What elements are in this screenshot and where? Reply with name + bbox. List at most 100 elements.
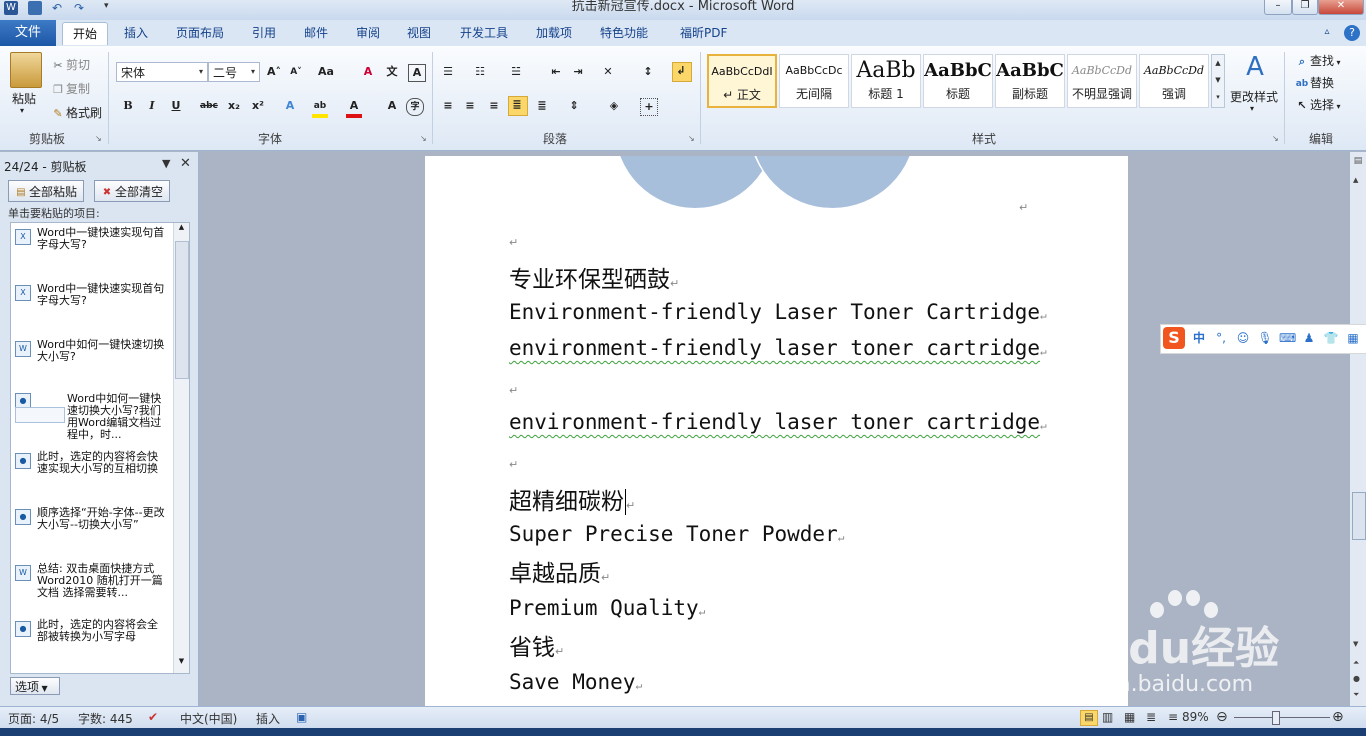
clipboard-item[interactable]: X Word中一键快速实现首句字母大写? [11,283,173,335]
draft-view-icon[interactable]: ≡ [1168,710,1178,724]
tab-references[interactable]: 引用 [242,22,286,44]
zoom-slider-thumb[interactable] [1272,711,1280,725]
ime-toolbar[interactable]: S 中 °, ☺ 🎙 ⌨ ♟ 👕 ▦ [1160,324,1366,354]
restore-icon[interactable]: ❐ [1292,0,1318,15]
paste-dropdown-icon[interactable]: ▾ [20,106,24,115]
zoom-out-icon[interactable]: ⊖ [1216,709,1228,725]
chevron-down-icon[interactable]: ▾ [1250,104,1254,113]
scroll-up-icon[interactable]: ▲ [174,223,189,231]
clipboard-item[interactable]: ● Word中如何一键快速切换大小写?我们用Word编辑文档过程中，时... [11,393,173,445]
select-button[interactable]: ↖ 选择 ▾ [1294,96,1340,114]
document-page[interactable]: ↵ ↵ 专业环保型硒鼓↵ Environment-friendly Laser … [425,156,1128,708]
tab-view[interactable]: 视图 [397,22,441,44]
borders-icon[interactable]: + [640,98,658,116]
shrink-font-icon[interactable]: A˅ [288,64,304,80]
next-page-icon[interactable]: ⏷ [1353,690,1359,700]
bold-icon[interactable]: B [120,98,136,114]
clipboard-launcher-icon[interactable]: ↘ [95,134,102,143]
font-color-icon[interactable]: A [346,98,362,118]
clipboard-item[interactable]: ● 此时，选定的内容将会快速实现大小写的互相切换 [11,451,173,503]
minimize-ribbon-icon[interactable]: ▵ [1320,26,1334,40]
microphone-icon[interactable]: 🎙 [1257,330,1273,346]
clear-all-button[interactable]: ✖ 全部清空 [94,180,170,202]
user-icon[interactable]: ♟ [1301,330,1317,346]
clipboard-item[interactable]: ● 顺序选择“开始-字体--更改大小写--切换大小写” [11,507,173,559]
character-border-icon[interactable]: A [408,64,426,82]
tab-foxit-pdf[interactable]: 福昕PDF [670,22,737,44]
clipboard-list-scrollbar[interactable]: ▲ ▼ [173,223,189,673]
grow-font-icon[interactable]: A˄ [266,64,282,80]
chinese-layout-icon[interactable]: ✕ [600,64,616,80]
bullets-icon[interactable]: ☰ [440,64,456,80]
styles-scroll[interactable]: ▲ ▼ ▾ [1211,54,1225,108]
replace-button[interactable]: ab 替换 [1294,74,1334,92]
style-no-spacing[interactable]: AaBbCcDc 无间隔 [779,54,849,108]
style-heading-1[interactable]: AaBb 标题 1 [851,54,921,108]
style-normal[interactable]: AaBbCcDdI ↵ 正文 [707,54,777,108]
options-button[interactable]: 选项 ▼ [10,677,60,695]
scroll-thumb[interactable] [175,241,189,379]
clipboard-item[interactable]: W 总结: 双击桌面快捷方式Word2010 随机打开一篇文档 选择需要转... [11,563,173,615]
font-size-combo[interactable]: 二号 ▾ [208,62,260,82]
italic-icon[interactable]: I [144,98,160,114]
scroll-down-icon[interactable]: ▼ [174,657,189,665]
sort-icon[interactable]: ↕ [640,64,656,80]
tab-insert[interactable]: 插入 [114,22,158,44]
phonetic-guide-icon[interactable]: 文 [384,64,400,80]
align-right-icon[interactable]: ≡ [486,98,502,114]
shading-icon[interactable]: ◈ [606,98,622,114]
increase-indent-icon[interactable]: ⇥ [570,64,586,80]
keyboard-icon[interactable]: ⌨ [1279,330,1296,346]
ime-mode-indicator[interactable]: 中 [1191,330,1207,346]
emoji-icon[interactable]: ☺ [1235,330,1251,346]
scroll-up-icon[interactable]: ▲ [1353,176,1358,184]
zoom-level[interactable]: 89% [1182,710,1209,724]
numbering-icon[interactable]: ☷ [472,64,488,80]
paste-icon[interactable] [10,52,42,88]
strikethrough-icon[interactable]: abc [200,98,218,114]
tab-file[interactable]: 文件 [0,20,56,46]
tab-addins[interactable]: 加载项 [526,22,582,44]
text-effects-icon[interactable]: A [282,98,298,114]
align-center-icon[interactable]: ≡ [462,98,478,114]
change-case-icon[interactable]: Aa [318,64,334,80]
character-shading-icon[interactable]: A [384,98,400,114]
change-styles-icon[interactable]: A [1238,52,1272,82]
tab-page-layout[interactable]: 页面布局 [166,22,234,44]
scroll-thumb[interactable] [1352,492,1366,540]
tab-special[interactable]: 特色功能 [590,22,658,44]
clipboard-item[interactable]: X Word中一键快速实现句首字母大写? [11,227,173,279]
zoom-slider[interactable] [1234,717,1330,718]
pane-options-icon[interactable]: ▼ [162,157,170,170]
tab-mailings[interactable]: 邮件 [294,22,338,44]
copy-button[interactable]: ❐ 复制 [50,80,90,98]
tab-home[interactable]: 开始 [62,22,109,45]
underline-icon[interactable]: U [168,98,184,114]
word-count[interactable]: 字数: 445 [78,710,133,727]
multilevel-list-icon[interactable]: ☱ [508,64,524,80]
close-pane-icon[interactable]: ✕ [180,156,191,171]
scroll-down-icon[interactable]: ▼ [1353,640,1358,648]
punctuation-icon[interactable]: °, [1213,330,1229,346]
decrease-indent-icon[interactable]: ⇤ [548,64,564,80]
cut-button[interactable]: ✂ 剪切 [50,56,90,74]
line-spacing-icon[interactable]: ⇕ [566,98,582,114]
chevron-down-icon[interactable]: ▾ [247,63,259,81]
distributed-icon[interactable]: ≣ [534,98,550,114]
proofing-icon[interactable]: ✔ [148,710,158,724]
toolbox-icon[interactable]: ▦ [1345,330,1361,346]
browse-object-icon[interactable]: ● [1353,674,1360,683]
help-icon[interactable]: ? [1344,25,1360,41]
ruler-toggle-icon[interactable]: ▤ [1352,156,1364,168]
print-layout-view-icon[interactable]: ▤ [1080,710,1098,726]
style-emphasis[interactable]: AaBbCcDd 强调 [1139,54,1209,108]
paste-all-button[interactable]: ▤ 全部粘贴 [8,180,84,202]
insert-mode-indicator[interactable]: 插入 [256,710,280,727]
styles-launcher-icon[interactable]: ↘ [1272,134,1279,143]
format-painter-button[interactable]: ✎ 格式刷 [50,104,102,122]
macro-record-icon[interactable]: ▣ [296,710,307,724]
outline-view-icon[interactable]: ≣ [1146,710,1156,724]
justify-icon[interactable]: ≣ [508,96,528,116]
enclose-characters-icon[interactable]: 字 [406,98,424,116]
page-indicator[interactable]: 页面: 4/5 [8,710,59,727]
